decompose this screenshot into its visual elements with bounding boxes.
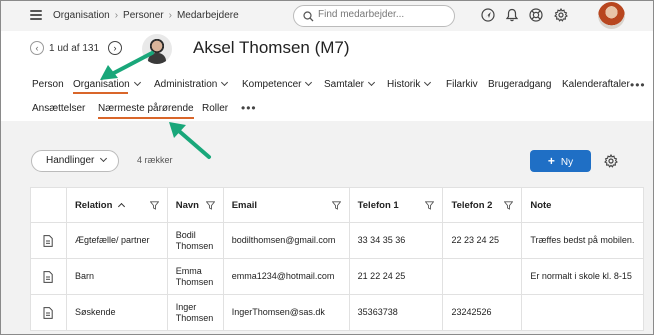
breadcrumb-item[interactable]: Medarbejdere: [177, 10, 239, 21]
gear-icon[interactable]: [554, 8, 568, 22]
chevron-down-icon: [305, 78, 313, 87]
navigate-icon[interactable]: [481, 8, 495, 22]
cell-note: [521, 294, 644, 331]
column-header-navn[interactable]: Navn: [166, 187, 224, 223]
row-count: 4 rækker: [137, 155, 173, 165]
column-header-email[interactable]: Email: [222, 187, 350, 223]
table-row[interactable]: Søskende Inger Thomsen IngerThomsen@sas.…: [30, 294, 644, 331]
tab-filarkiv[interactable]: Filarkiv: [446, 79, 478, 90]
table-settings-gear-icon[interactable]: [604, 154, 618, 168]
chevron-down-icon: [221, 78, 229, 87]
breadcrumb-item[interactable]: Personer: [123, 10, 164, 21]
chevron-right-icon: ›: [168, 10, 172, 21]
filter-icon[interactable]: [149, 200, 159, 210]
tab-administration[interactable]: Administration: [154, 78, 229, 90]
next-record-button[interactable]: ›: [108, 41, 122, 55]
cell-relation: Ægtefælle/ partner: [65, 222, 168, 259]
search-box[interactable]: [293, 5, 455, 27]
chevron-right-icon: ›: [114, 10, 119, 21]
filter-icon[interactable]: [425, 200, 435, 210]
column-header-icon: [30, 187, 67, 223]
tab-samtaler[interactable]: Samtaler: [324, 78, 376, 90]
chevron-down-icon: [367, 78, 376, 87]
cell-navn: Emma Thomsen: [166, 258, 224, 295]
filter-icon[interactable]: [331, 200, 341, 210]
cell-email-link[interactable]: IngerThomsen@sas.dk: [222, 294, 350, 331]
chevron-down-icon: [100, 154, 108, 163]
cell-note: Er normalt i skole kl. 8-15: [521, 258, 644, 295]
subtab-ansaettelser[interactable]: Ansættelser: [32, 103, 85, 114]
cell-telefon1: 33 34 35 36: [348, 222, 444, 259]
breadcrumb-item[interactable]: Organisation: [53, 10, 110, 21]
column-header-relation[interactable]: Relation: [65, 187, 168, 223]
document-icon[interactable]: [43, 270, 54, 283]
more-subtabs-button[interactable]: •••: [241, 101, 257, 115]
cell-email-link[interactable]: bodilthomsen@gmail.com: [222, 222, 350, 259]
table-header-row: Relation Navn Email Telefon 1 Telefon 2 …: [30, 187, 644, 223]
previous-record-button[interactable]: ‹: [30, 41, 44, 55]
user-avatar[interactable]: [598, 2, 625, 29]
person-avatar: [142, 34, 172, 64]
cell-relation: Søskende: [65, 294, 168, 331]
new-button[interactable]: + Ny: [530, 150, 591, 172]
cell-telefon2: 23242526: [442, 294, 523, 331]
app-window: Organisation › Personer › Medarbejdere ‹ 1 u…: [0, 0, 654, 335]
actions-dropdown[interactable]: Handlinger: [31, 150, 119, 172]
search-input[interactable]: [318, 9, 448, 20]
help-icon[interactable]: [529, 8, 543, 22]
cell-telefon2: [442, 258, 523, 295]
column-header-note[interactable]: Note: [521, 187, 644, 223]
filter-icon[interactable]: [205, 200, 215, 210]
cell-navn: Bodil Thomsen: [166, 222, 224, 259]
plus-icon: +: [547, 154, 555, 168]
table-row[interactable]: Ægtefælle/ partner Bodil Thomsen bodilth…: [30, 222, 644, 259]
subtab-naermeste-paaroerende[interactable]: Nærmeste pårørende: [98, 103, 194, 119]
more-tabs-button[interactable]: •••: [630, 78, 646, 92]
top-bar: Organisation › Personer › Medarbejdere: [1, 1, 653, 31]
table-row[interactable]: Barn Emma Thomsen emma1234@hotmail.com 2…: [30, 258, 644, 295]
tab-kalenderaftaler[interactable]: Kalenderaftaler: [562, 79, 630, 90]
bell-icon[interactable]: [505, 8, 519, 22]
cell-relation: Barn: [65, 258, 168, 295]
chevron-down-icon: [424, 78, 432, 87]
tab-organisation[interactable]: Organisation: [73, 78, 141, 94]
tab-person[interactable]: Person: [32, 79, 64, 90]
breadcrumb: Organisation › Personer › Medarbejdere: [53, 10, 239, 21]
tab-historik[interactable]: Historik: [387, 78, 432, 90]
filter-icon[interactable]: [504, 200, 514, 210]
cell-telefon2: 22 23 24 25: [442, 222, 523, 259]
column-header-telefon1[interactable]: Telefon 1: [348, 187, 444, 223]
document-icon[interactable]: [43, 234, 54, 247]
document-icon[interactable]: [43, 306, 54, 319]
chevron-down-icon: [133, 78, 141, 87]
column-header-telefon2[interactable]: Telefon 2: [442, 187, 523, 223]
cell-email-link[interactable]: emma1234@hotmail.com: [222, 258, 350, 295]
cell-navn: Inger Thomsen: [166, 294, 224, 331]
relatives-table: Relation Navn Email Telefon 1 Telefon 2 …: [30, 187, 644, 331]
person-name: Aksel Thomsen (M7): [193, 38, 350, 57]
pager-count: 1 ud af 131: [49, 43, 100, 54]
cell-telefon1: 21 22 24 25: [348, 258, 444, 295]
tab-kompetencer[interactable]: Kompetencer: [242, 78, 313, 90]
search-icon: [303, 11, 314, 22]
cell-telefon1: 35363738: [348, 294, 444, 331]
tab-brugeradgang[interactable]: Brugeradgang: [488, 79, 551, 90]
menu-icon[interactable]: [30, 10, 42, 20]
cell-note: Træffes bedst på mobilen.: [521, 222, 644, 259]
sort-ascending-icon[interactable]: [118, 202, 126, 210]
subtab-roller[interactable]: Roller: [202, 103, 228, 114]
